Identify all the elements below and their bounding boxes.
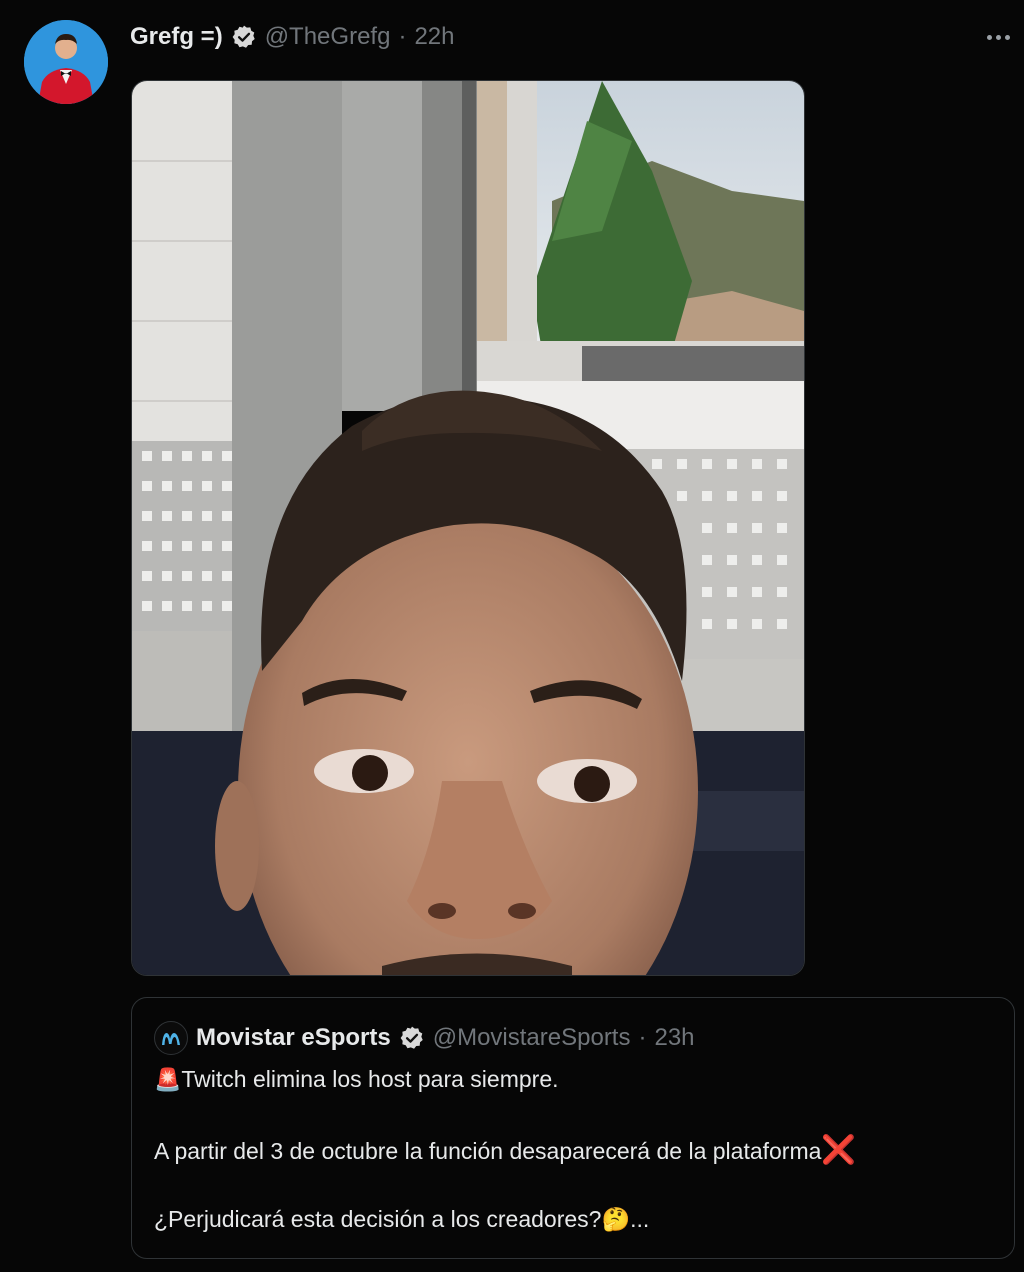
verified-badge-icon: [399, 1025, 425, 1051]
tweet-photo[interactable]: [131, 80, 805, 976]
author-display-name[interactable]: Grefg =): [130, 23, 223, 51]
quoted-text-line-3: ¿Perjudicará esta decisión a los creador…: [154, 1206, 649, 1233]
quoted-text-2: A partir del 3 de octubre la función des…: [154, 1138, 822, 1164]
quoted-text-line-2: A partir del 3 de octubre la función des…: [154, 1136, 856, 1165]
author-avatar[interactable]: [24, 20, 108, 104]
tweet-header: Grefg =) @TheGrefg · 22h: [130, 20, 454, 54]
quoted-tweet[interactable]: Movistar eSports @MovistareSports · 23h …: [131, 997, 1015, 1259]
quoted-text-line-1: 🚨Twitch elimina los host para siempre.: [154, 1066, 559, 1093]
tweet-timestamp[interactable]: 22h: [414, 23, 454, 51]
header-separator: ·: [398, 23, 407, 50]
quoted-text-3: ¿Perjudicará esta decisión a los creador…: [154, 1206, 602, 1232]
quoted-timestamp[interactable]: 23h: [654, 1024, 694, 1052]
siren-emoji-icon: 🚨: [154, 1068, 182, 1093]
movistar-logo-icon: [154, 1021, 188, 1055]
tweet[interactable]: Grefg =) @TheGrefg · 22h Movistar eSport…: [0, 0, 1024, 1272]
quoted-display-name[interactable]: Movistar eSports: [196, 1024, 391, 1052]
quoted-text-1: Twitch elimina los host para siempre.: [181, 1066, 559, 1092]
verified-badge-icon: [231, 24, 257, 50]
quoted-text-ellipsis: ...: [630, 1206, 650, 1232]
quoted-separator: ·: [638, 1024, 647, 1051]
quoted-tweet-header: Movistar eSports @MovistareSports · 23h: [154, 1020, 695, 1056]
quoted-handle[interactable]: @MovistareSports: [433, 1024, 631, 1052]
more-options-icon[interactable]: [982, 22, 1014, 52]
cross-mark-emoji-icon: ❌: [821, 1133, 857, 1166]
author-handle[interactable]: @TheGrefg: [265, 23, 391, 51]
thinking-emoji-icon: 🤔: [601, 1207, 631, 1233]
